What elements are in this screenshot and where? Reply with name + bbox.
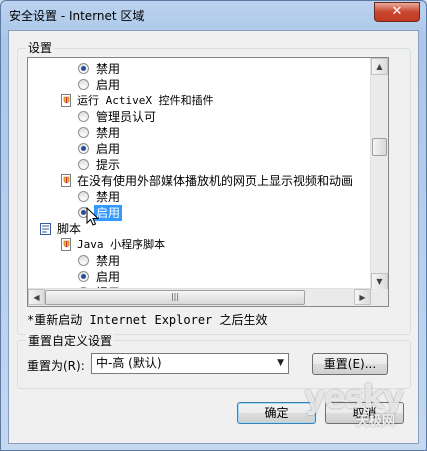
settings-group-title: 设置 [26,39,55,56]
radio-button[interactable] [78,143,89,154]
radio-label: 启用 [96,142,121,156]
setting-shield-icon [61,238,71,251]
scroll-thumb[interactable] [372,138,387,156]
setting-shield-icon [61,174,71,187]
setting-label: Java 小程序脚本 [77,238,166,251]
scroll-up-button[interactable]: ▲ [371,58,388,75]
radio-label: 禁用 [96,62,121,76]
reset-group-title: 重置自定义设置 [26,332,115,349]
script-category-icon [40,223,51,235]
radio-label: 禁用 [96,254,121,268]
radio-button[interactable] [78,191,89,202]
radio-label: 提示 [96,158,121,172]
window-title: 安全设置 - Internet 区域 [9,9,145,23]
category-label: 脚本 [57,222,82,236]
radio-button[interactable] [78,111,89,122]
reset-level-value: 中-高 (默认) [96,356,162,370]
radio-label: 管理员认可 [96,110,157,124]
setting-label: 在没有使用外部媒体播放机的网页上显示视频和动画 [77,174,354,188]
reset-level-select[interactable]: 中-高 (默认) ▼ [91,353,289,374]
radio-button[interactable] [78,159,89,170]
scroll-right-button[interactable]: ▶ [354,289,371,305]
scroll-down-button[interactable]: ▼ [371,273,388,290]
radio-button[interactable] [78,127,89,138]
restart-note: *重新启动 Internet Explorer 之后生效 [27,313,268,327]
scroll-corner [371,289,388,306]
radio-button[interactable] [78,63,89,74]
radio-label: 启用 [96,270,121,284]
watermark-logo-subtext: 天极网 [355,414,395,429]
radio-label: 启用 [96,78,121,92]
mouse-cursor-icon [86,207,100,226]
radio-button[interactable] [78,271,89,282]
horizontal-scroll-thumb[interactable]: ||| [45,290,305,305]
reset-to-label: 重置为(R): [27,359,85,373]
vertical-scrollbar[interactable]: ▲ ▼ [370,58,388,290]
scroll-left-button[interactable]: ◀ [28,289,45,305]
setting-label: 运行 ActiveX 控件和插件 [77,94,214,107]
radio-label: 禁用 [96,190,121,204]
setting-shield-icon [61,94,71,107]
radio-button[interactable] [78,255,89,266]
close-button[interactable]: ✕ [374,2,420,22]
reset-button[interactable]: 重置(E)... [312,353,388,375]
chevron-down-icon: ▼ [277,358,284,368]
title-bar[interactable]: 安全设置 - Internet 区域 ✕ [1,1,426,31]
radio-label: 禁用 [96,126,121,140]
horizontal-scrollbar[interactable]: ◀ ||| ▶ [28,288,371,306]
settings-tree[interactable]: 禁用 启用 运行 ActiveX 控件和插件 管理员认可 禁用 启用 提示 在没有使用外部媒体… [27,57,389,307]
radio-button[interactable] [78,79,89,90]
